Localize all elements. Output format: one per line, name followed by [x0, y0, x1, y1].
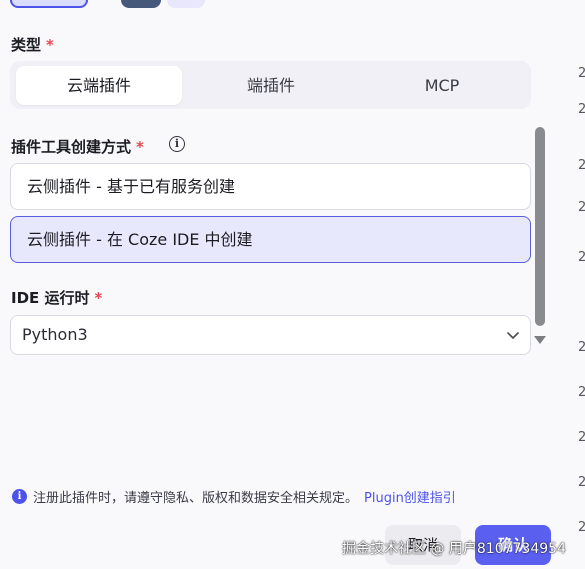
creation-method-label-text: 插件工具创建方式 [11, 138, 132, 156]
type-label-text: 类型 [11, 36, 42, 54]
scrollbar-down-arrow-icon[interactable] [534, 336, 546, 344]
info-icon[interactable]: i [169, 136, 185, 152]
info-filled-icon: i [12, 489, 27, 504]
edge-text: 2 [578, 430, 585, 445]
runtime-label-text: IDE 运行时 [11, 289, 90, 307]
edge-text: 2 [578, 200, 585, 215]
option-existing-service-label: 云侧插件 - 基于已有服务创建 [27, 177, 235, 196]
option-existing-service[interactable]: 云侧插件 - 基于已有服务创建 [10, 163, 531, 210]
option-coze-ide[interactable]: 云侧插件 - 在 Coze IDE 中创建 [10, 216, 531, 263]
tab-cloud-plugin[interactable]: 云端插件 [16, 66, 182, 105]
top-chip-selected[interactable] [10, 0, 88, 8]
compliance-notice: 注册此插件时，请遵守隐私、版权和数据安全相关规定。 Plugin创建指引 [33, 487, 456, 506]
tab-mcp[interactable]: MCP [359, 66, 525, 105]
confirm-button[interactable]: 确认 [475, 525, 551, 565]
top-chip-placeholder[interactable] [167, 0, 205, 8]
edge-text: 2 [578, 475, 585, 490]
edge-text: 2 [578, 102, 585, 117]
type-label: 类型 * [11, 34, 54, 55]
required-mark: * [46, 36, 54, 54]
tab-device-plugin[interactable]: 端插件 [188, 66, 354, 105]
plugin-type-segmented-control: 云端插件 端插件 MCP [10, 61, 531, 109]
edge-text: 2 [578, 520, 585, 535]
runtime-select[interactable]: Python3 [10, 315, 531, 355]
top-chip-thumbnail[interactable] [121, 0, 161, 8]
edge-text: 2 [578, 158, 585, 173]
chevron-down-icon [507, 332, 519, 339]
edge-text: 2 [578, 385, 585, 400]
cancel-button[interactable]: 取消 [385, 525, 461, 565]
edge-text: 2 [578, 66, 585, 81]
required-mark: * [94, 289, 103, 307]
edge-text: 2 [578, 250, 585, 265]
plugin-guide-link[interactable]: Plugin创建指引 [364, 491, 456, 506]
edge-text: 2 [578, 340, 585, 355]
compliance-notice-text: 注册此插件时，请遵守隐私、版权和数据安全相关规定。 [33, 491, 359, 506]
runtime-label: IDE 运行时 * [11, 287, 102, 308]
runtime-select-value: Python3 [22, 325, 88, 344]
option-coze-ide-label: 云侧插件 - 在 Coze IDE 中创建 [27, 230, 253, 249]
creation-method-label: 插件工具创建方式 * [11, 136, 144, 157]
required-mark: * [136, 138, 144, 156]
scrollbar-thumb[interactable] [535, 127, 545, 326]
